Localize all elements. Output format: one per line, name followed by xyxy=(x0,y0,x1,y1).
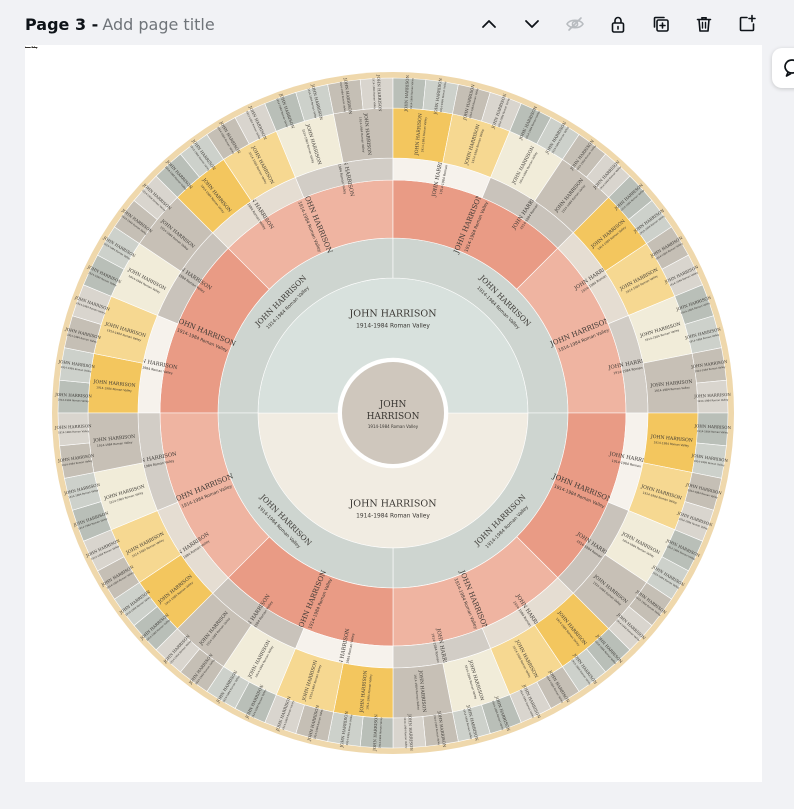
fan-segment[interactable]: JOHN HARRISON1914-1984 Roman Valley xyxy=(392,74,427,113)
page-header: Page 3 - xyxy=(0,0,794,46)
center-last-name: HARRISON xyxy=(367,412,420,422)
lock-icon xyxy=(611,16,625,33)
fan-segment[interactable]: JOHN HARRISON1914-1984 Roman Valley xyxy=(392,662,453,719)
fan-segment[interactable]: JOHN HARRISON1914-1984 Roman Valley xyxy=(642,412,699,473)
move-down-button[interactable] xyxy=(517,11,547,37)
trash-icon xyxy=(696,17,712,32)
fan-segment[interactable]: JOHN HARRISON1914-1984 Roman Valley xyxy=(87,412,144,473)
fan-segment[interactable]: JOHN HARRISON1914-1984 Roman Valley xyxy=(54,412,93,447)
fan-segment-name: JOHN HARRISON xyxy=(348,499,436,510)
fan-segment[interactable]: JOHN HARRISON1914-1984 Roman Valley xyxy=(359,74,394,113)
delete-page-button[interactable] xyxy=(689,11,719,37)
duplicate-page-button[interactable] xyxy=(646,11,676,37)
fan-segment[interactable]: JOHN HARRISON1914-1984 Roman Valley xyxy=(693,379,732,414)
move-up-button[interactable] xyxy=(474,11,504,37)
fan-segment-dates: 1914-1984 Roman Valley xyxy=(356,324,430,330)
page-toolbar xyxy=(474,11,762,37)
fan-segment[interactable]: JOHN HARRISON1914-1984 Roman Valley xyxy=(392,713,427,752)
page-title-row: Page 3 - xyxy=(25,12,283,36)
add-page-icon xyxy=(739,14,756,32)
center-first-name: JOHN xyxy=(379,400,407,410)
comment-icon xyxy=(784,59,794,77)
comment-panel-button[interactable] xyxy=(772,48,794,88)
center-dates: 1914-1984 Roman Valley xyxy=(368,424,419,429)
fan-segment-dates: 1914-1984 Roman Valley xyxy=(356,514,430,520)
fan-segment-dates: 1914-1984 Roman Valley xyxy=(25,47,38,49)
chevron-up-icon xyxy=(482,20,496,28)
fan-segment-name: JOHN HARRISON xyxy=(25,45,40,46)
chevron-down-icon xyxy=(525,20,539,28)
fan-segment[interactable]: JOHN HARRISON1914-1984 Roman Valley xyxy=(25,45,40,49)
fan-segment[interactable]: JOHN HARRISON1914-1984 Roman Valley xyxy=(392,107,453,164)
fan-segment[interactable]: JOHN HARRISON1914-1984 Roman Valley xyxy=(693,412,732,447)
duplicate-icon xyxy=(653,16,669,32)
fan-segment-name: JOHN HARRISON xyxy=(348,309,436,320)
page-number-label: Page 3 - xyxy=(25,14,99,34)
design-canvas[interactable]: JOHN HARRISON 1914-1984 Roman Valley JOHN … xyxy=(25,45,762,782)
page-title-input[interactable] xyxy=(102,14,283,34)
fan-segment[interactable]: JOHN HARRISON1914-1984 Roman Valley xyxy=(87,353,144,414)
fan-segment[interactable]: JOHN HARRISON1914-1984 Roman Valley xyxy=(333,107,394,164)
lock-page-button[interactable] xyxy=(603,11,633,37)
add-page-button[interactable] xyxy=(732,11,762,37)
fan-segment[interactable]: JOHN HARRISON1914-1984 Roman Valley xyxy=(642,353,699,414)
fan-segment[interactable]: JOHN HARRISON1914-1984 Roman Valley xyxy=(54,379,93,414)
fan-segment[interactable]: JOHN HARRISON1914-1984 Roman Valley xyxy=(359,714,394,753)
eye-off-icon xyxy=(566,17,584,31)
family-fan-chart: JOHN HARRISON1914-1984 Roman ValleyJOHN … xyxy=(25,45,734,754)
fan-segment[interactable]: JOHN HARRISON1914-1984 Roman Valley xyxy=(333,662,394,719)
hide-page-button[interactable] xyxy=(560,11,590,37)
